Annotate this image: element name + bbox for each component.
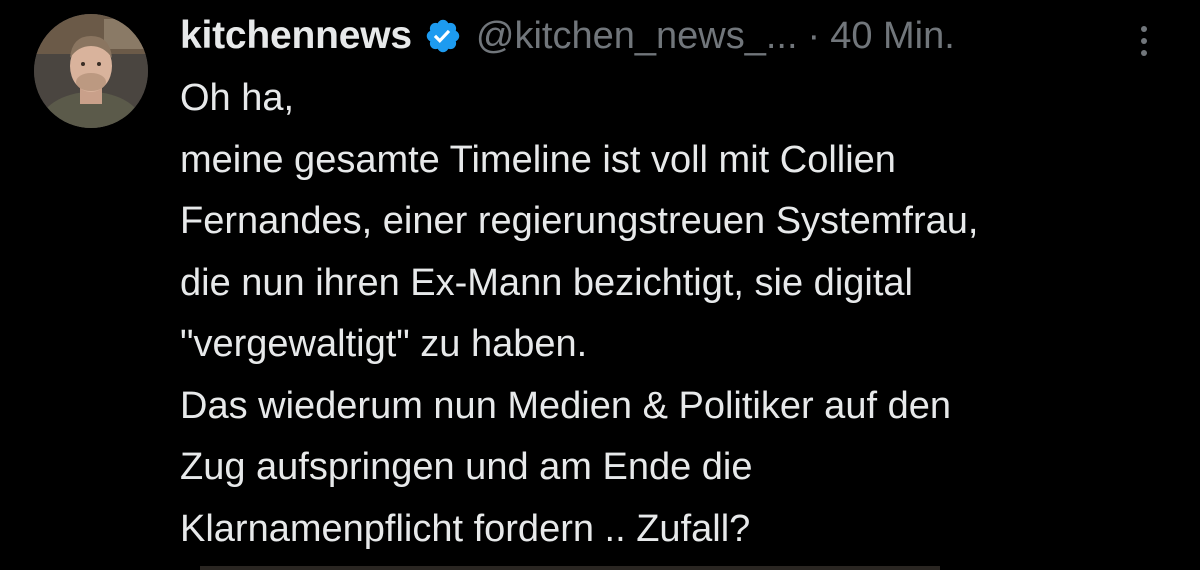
media-preview-edge[interactable] [200, 566, 940, 570]
tweet-text-line: Das wiederum nun Medien & Politiker auf … [180, 384, 951, 427]
tweet-text-line: Oh ha, [180, 77, 295, 119]
tweet-text-line: meine gesamte Timeline ist voll mit Coll… [180, 138, 896, 181]
tweet-text-line: die nun ihren Ex-Mann bezichtigt, sie di… [180, 261, 913, 304]
tweet-text-line: "vergewaltigt" zu haben. [180, 323, 588, 365]
more-vertical-icon[interactable] [1132, 24, 1156, 58]
verified-badge-icon [424, 17, 462, 55]
separator-dot: · [807, 14, 821, 57]
tweet-text-line: Zug aufspringen und am Ende die [180, 446, 753, 488]
tweet-header: kitchennews @kitchen_news_... · 40 Min. [180, 10, 955, 62]
author-handle[interactable]: @kitchen_news_... [476, 15, 798, 58]
author-display-name[interactable]: kitchennews [180, 14, 412, 58]
tweet[interactable]: kitchennews @kitchen_news_... · 40 Min. … [0, 0, 1200, 570]
tweet-text-line: Fernandes, einer regierungstreuen System… [180, 200, 979, 242]
avatar[interactable] [34, 14, 148, 128]
tweet-timestamp[interactable]: 40 Min. [830, 15, 955, 58]
tweet-text-line: Klarnamenpflicht fordern .. Zufall? [180, 507, 751, 550]
tweet-text: Oh ha, meine gesamte Timeline ist voll m… [180, 68, 1190, 560]
profile-photo-icon [34, 14, 148, 128]
